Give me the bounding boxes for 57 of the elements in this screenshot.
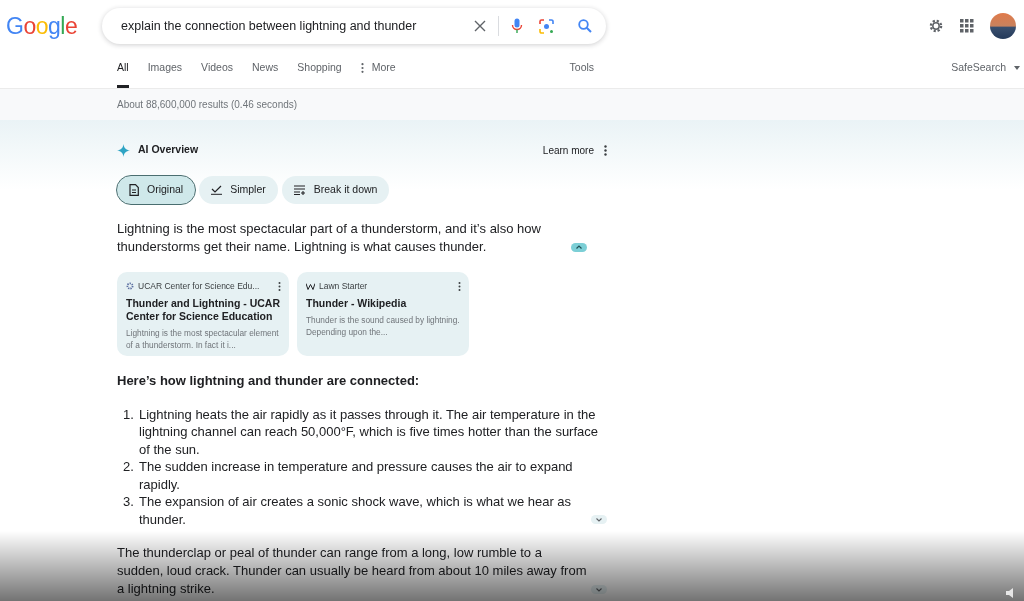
more-options-icon[interactable] xyxy=(604,144,607,156)
list-number: 1. xyxy=(122,405,135,424)
list-number: 2. xyxy=(122,458,135,477)
search-tab[interactable]: More xyxy=(360,50,396,88)
more-vert-icon xyxy=(360,63,364,74)
expand-toggle[interactable] xyxy=(591,585,607,595)
mode-chip[interactable]: Simpler xyxy=(199,176,278,204)
search-tab[interactable]: Images xyxy=(147,50,183,88)
safesearch-button[interactable]: SafeSearch xyxy=(951,50,1020,88)
section-heading: Here’s how lightning and thunder are connected: xyxy=(117,371,421,390)
overview-paragraph: Lightning is the most spectacular part of a thunderstorm, and it’s also how thunderstorms get their name. Lightning is what causes thunder. xyxy=(117,219,542,256)
document-icon xyxy=(129,183,139,196)
list-item-text: The sudden increase in temperature and pressure causes the air to expand rapidly. xyxy=(139,458,574,494)
source-snippet: Thunder is the sound caused by lightning. Depending upon the... xyxy=(306,313,461,338)
chevron-down-icon xyxy=(596,587,602,592)
more-options-icon[interactable] xyxy=(278,281,281,291)
source-site: Lawn Starter xyxy=(319,279,368,293)
source-site: UCAR Center for Science Edu... xyxy=(138,279,260,293)
more-options-icon[interactable] xyxy=(458,281,461,291)
gear-icon xyxy=(126,282,134,291)
ai-overview-title: AI Overview xyxy=(138,142,199,158)
mode-chip[interactable]: Break it down xyxy=(281,176,390,204)
chevron-up-icon xyxy=(576,245,582,250)
close-icon[interactable] xyxy=(474,20,486,32)
list-number: 3. xyxy=(122,493,135,512)
tools-link[interactable]: Tools xyxy=(569,50,595,88)
search-input[interactable]: explain the connection between lightning and thunder xyxy=(119,15,466,37)
source-card[interactable]: UCAR Center for Science Edu... Thunder and Lightning - UCAR Center for Science Education Lightning is the most spectacular element of a thunderstorm. In fact it i... xyxy=(117,271,289,356)
search-tab[interactable]: Videos xyxy=(201,50,234,88)
settings-icon[interactable] xyxy=(928,18,944,34)
source-card[interactable]: Lawn Starter Thunder - Wikipedia Thunder is the sound caused by lightning. Depending upon the... xyxy=(297,271,469,356)
expand-toggle[interactable] xyxy=(591,515,607,525)
caret-icon xyxy=(1014,66,1020,71)
list-item-text: Lightning heats the air rapidly as it passes through it. The air temperature in the lightning channel can reach 50,000°F, which is five times hotter than the surface of the sun. xyxy=(139,405,600,459)
apps-grid-icon[interactable] xyxy=(960,19,974,33)
list-item-text: The expansion of air creates a sonic shock wave, which is what we hear as thunder. xyxy=(139,493,573,529)
list-icon xyxy=(293,184,306,195)
sparkle-icon xyxy=(117,143,130,157)
search-field[interactable]: explain the connection between lightning and thunder xyxy=(102,8,606,44)
google-logo[interactable]: Google xyxy=(6,8,78,44)
camera-icon[interactable] xyxy=(539,18,554,34)
microphone-icon[interactable] xyxy=(511,18,523,34)
source-title[interactable]: Thunder and Lightning - UCAR Center for Science Education xyxy=(126,296,281,323)
source-title[interactable]: Thunder - Wikipedia xyxy=(306,296,461,310)
avatar-icon[interactable] xyxy=(990,13,1016,39)
overview-paragraph: The thunderclap or peal of thunder can range from a long, low rumble to a sudden, loud crack. Thunder can usually be heard from about 10 miles away from a lightning strike. xyxy=(117,544,587,599)
learn-more-link[interactable]: Learn more xyxy=(542,142,594,158)
chevron-down-icon xyxy=(596,517,602,522)
expand-toggle[interactable] xyxy=(571,242,587,252)
search-tab[interactable]: News xyxy=(252,50,279,88)
search-icon[interactable] xyxy=(578,19,592,33)
source-snippet: Lightning is the most spectacular element of a thunderstorm. In fact it i... xyxy=(126,326,280,351)
result-stats: About 88,600,000 results (0.46 seconds) xyxy=(117,98,298,112)
w-letter-icon xyxy=(306,282,315,290)
mode-chip[interactable]: Original xyxy=(117,176,196,204)
search-tab[interactable]: Shopping xyxy=(297,50,342,88)
checkmark-icon xyxy=(211,184,223,195)
